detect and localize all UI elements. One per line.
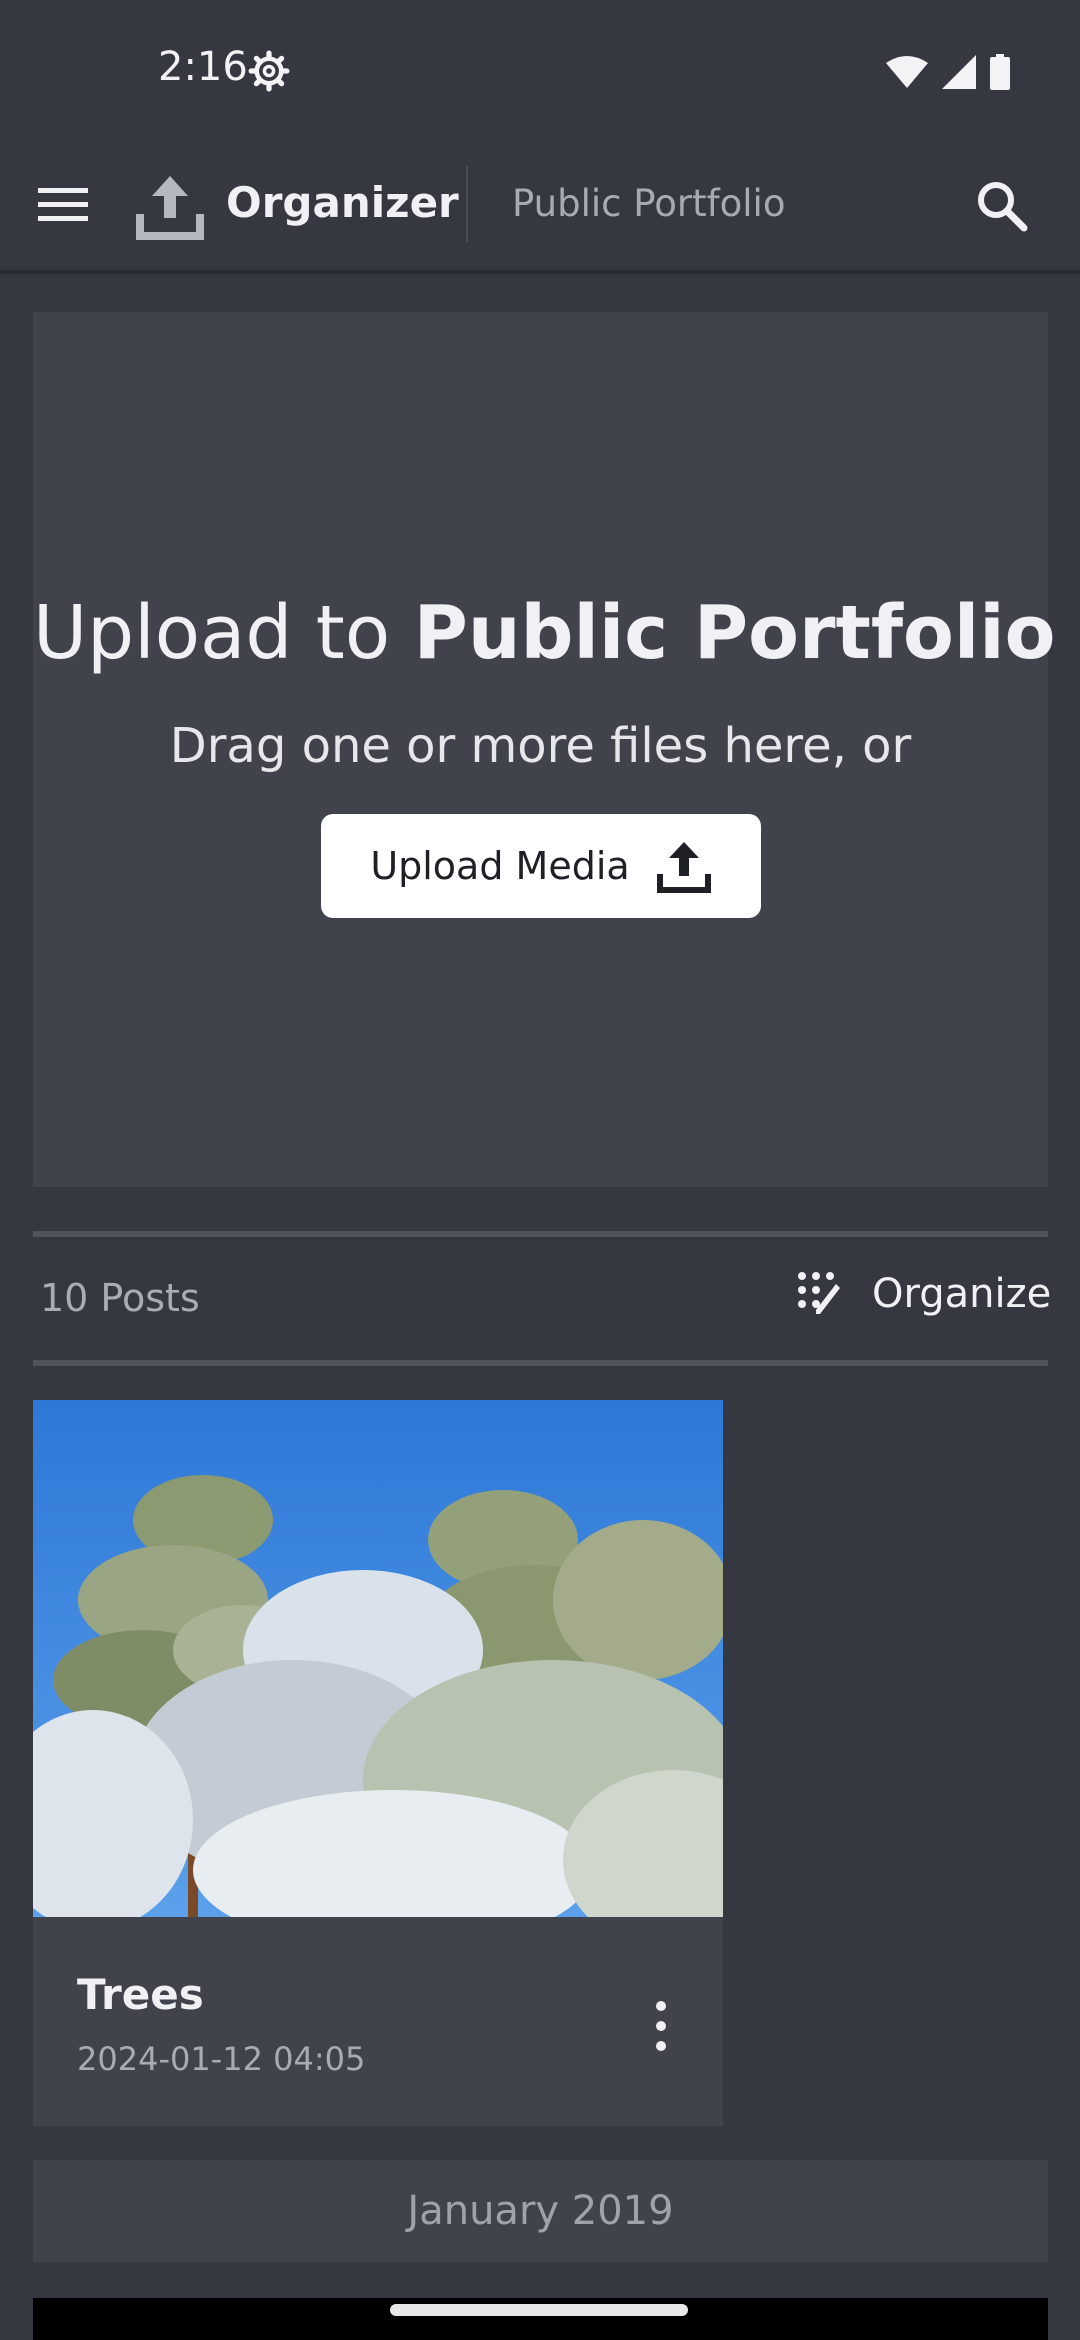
dropzone-title-prefix: Upload to xyxy=(33,590,414,676)
divider-bottom xyxy=(33,1360,1048,1366)
organize-button[interactable]: Organize xyxy=(796,1270,1051,1318)
month-section-header: January 2019 xyxy=(33,2160,1048,2262)
app-bar: Organizer Public Portfolio xyxy=(0,140,1080,274)
battery-icon xyxy=(990,54,1010,90)
posts-count: 10 Posts xyxy=(40,1276,200,1320)
post-title[interactable]: Trees xyxy=(77,1970,204,2019)
post-card[interactable]: Trees 2024-01-12 04:05 xyxy=(33,1400,723,2126)
app-title: Organizer xyxy=(226,178,459,227)
month-label: January 2019 xyxy=(407,2188,674,2234)
status-time: 2:16 xyxy=(158,44,248,90)
settings-icon xyxy=(248,50,290,92)
more-vertical-icon[interactable] xyxy=(641,1996,681,2056)
organize-label: Organize xyxy=(872,1271,1052,1317)
upload-media-button[interactable]: Upload Media xyxy=(321,814,761,918)
home-indicator[interactable] xyxy=(390,2304,688,2316)
status-bar: 2:16 xyxy=(0,0,1080,140)
app-bar-divider xyxy=(466,166,468,242)
upload-media-label: Upload Media xyxy=(370,844,630,888)
dropzone-title: Upload to Public Portfolio xyxy=(33,590,1055,676)
upload-icon xyxy=(136,176,204,240)
wifi-icon xyxy=(886,56,928,88)
post-thumbnail[interactable] xyxy=(33,1400,723,1917)
divider-top xyxy=(33,1231,1048,1237)
magic-wand-grid-icon xyxy=(798,1272,840,1314)
upload-icon xyxy=(656,842,711,893)
hamburger-menu-icon[interactable] xyxy=(36,182,94,228)
status-icons xyxy=(886,54,1010,90)
cellular-icon xyxy=(942,55,976,89)
upload-dropzone[interactable]: Upload to Public Portfolio Drag one or m… xyxy=(33,312,1055,1187)
dropzone-subtitle: Drag one or more files here, or xyxy=(169,718,912,774)
portfolio-name[interactable]: Public Portfolio xyxy=(512,182,785,225)
dropzone-title-portfolio: Public Portfolio xyxy=(413,590,1056,676)
post-date: 2024-01-12 04:05 xyxy=(77,2040,366,2078)
search-icon[interactable] xyxy=(972,176,1032,236)
